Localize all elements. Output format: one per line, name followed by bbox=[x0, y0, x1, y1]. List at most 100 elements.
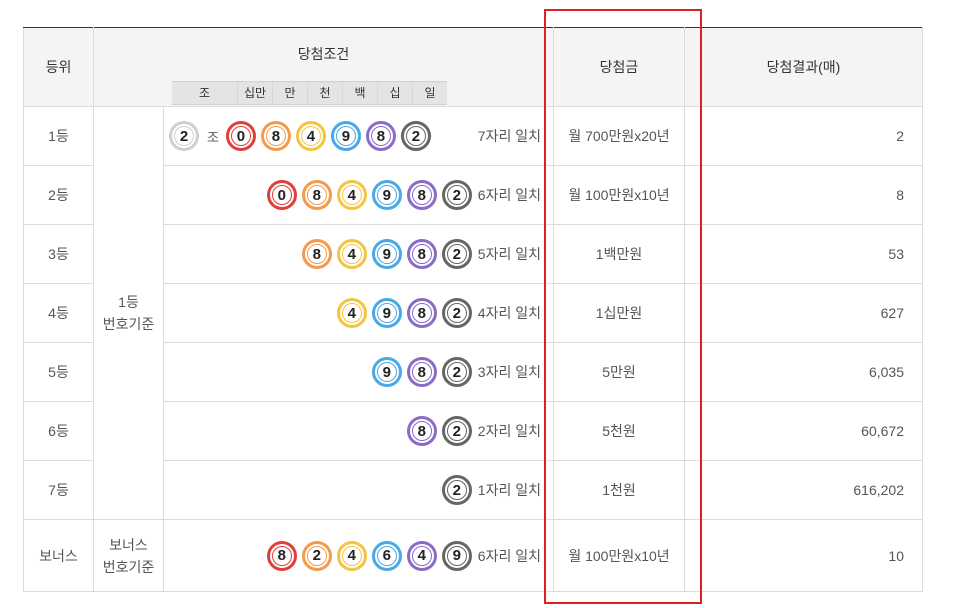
prize-header: 당첨금 bbox=[553, 27, 685, 107]
number-ball: 9 bbox=[371, 357, 402, 387]
number-balls: 8 2 bbox=[402, 416, 478, 446]
number-ball: 4 bbox=[336, 298, 367, 328]
rank-cell: 보너스 bbox=[23, 519, 94, 592]
number-ball: 2 bbox=[441, 239, 472, 269]
number-ball: 4 bbox=[406, 540, 437, 571]
prize-cell: 월 100만원x10년 bbox=[553, 519, 685, 592]
basis-line: 보너스 bbox=[109, 536, 148, 553]
place-label-il: 일 bbox=[412, 82, 447, 104]
prize-cell: 월 100만원x10년 bbox=[553, 165, 685, 225]
number-balls: 9 8 2 bbox=[367, 357, 478, 387]
number-cell: 4 9 8 2 4자리 일치 bbox=[163, 283, 554, 343]
number-balls: 4 9 8 2 bbox=[332, 298, 478, 328]
number-ball: 6 bbox=[371, 540, 402, 571]
rank-cell: 2등 bbox=[23, 165, 94, 225]
number-ball: 0 bbox=[225, 121, 256, 151]
number-ball: 8 bbox=[406, 357, 437, 387]
table-row-bonus: 보너스 보너스 번호기준 8 2 4 6 4 9 6자리 일치 월 100만원x… bbox=[23, 519, 923, 592]
number-balls: 8 4 9 8 2 bbox=[297, 239, 478, 269]
count-cell: 10 bbox=[684, 519, 923, 592]
condition-header: 당첨조건 조 십만 만 천 백 십 일 bbox=[93, 27, 554, 107]
rank-header: 등위 bbox=[23, 27, 94, 107]
number-ball: 8 bbox=[406, 180, 437, 210]
prize-cell: 월 700만원x20년 bbox=[553, 106, 685, 166]
number-ball: 2 bbox=[169, 121, 199, 151]
rank-cell: 6등 bbox=[23, 401, 94, 461]
match-text: 7자리 일치 bbox=[477, 128, 541, 144]
prize-cell: 1천원 bbox=[553, 460, 685, 520]
number-cell: 2 조 0 8 4 9 8 2 7자리 일치 bbox=[163, 106, 554, 166]
count-cell: 2 bbox=[684, 106, 923, 166]
match-text: 6자리 일치 bbox=[477, 187, 541, 203]
result-header: 당첨결과(매) bbox=[684, 27, 923, 107]
number-ball: 9 bbox=[371, 180, 402, 210]
number-balls: 8 2 4 6 4 9 bbox=[262, 540, 478, 571]
number-ball: 4 bbox=[295, 121, 326, 151]
number-ball: 4 bbox=[336, 540, 367, 571]
rank-cell: 5등 bbox=[23, 342, 94, 402]
number-ball: 2 bbox=[441, 180, 472, 210]
place-label-cheon: 천 bbox=[307, 82, 342, 104]
rank-cell: 4등 bbox=[23, 283, 94, 343]
number-cell: 0 8 4 9 8 2 6자리 일치 bbox=[163, 165, 554, 225]
number-ball: 2 bbox=[441, 357, 472, 387]
table-row: 1등 1등 번호기준 2 조 0 8 4 9 8 2 7자리 일치 월 700만… bbox=[23, 106, 923, 520]
number-cell: 9 8 2 3자리 일치 bbox=[163, 342, 554, 402]
number-ball: 8 bbox=[365, 121, 396, 151]
number-ball: 8 bbox=[260, 121, 291, 151]
count-cell: 627 bbox=[684, 283, 923, 343]
number-cell: 8 2 2자리 일치 bbox=[163, 401, 554, 461]
number-balls: 2 bbox=[437, 475, 478, 505]
number-ball: 8 bbox=[406, 239, 437, 269]
basis-line: 번호기준 bbox=[102, 316, 155, 332]
rank-cell: 1등 bbox=[23, 106, 94, 166]
number-ball: 8 bbox=[266, 540, 297, 571]
number-ball: 9 bbox=[371, 239, 402, 269]
condition-header-label: 당첨조건 bbox=[297, 46, 350, 62]
number-ball: 2 bbox=[441, 298, 472, 328]
basis-line: 1등 bbox=[118, 294, 139, 310]
count-cell: 616,202 bbox=[684, 460, 923, 520]
prize-cell: 1십만원 bbox=[553, 283, 685, 343]
prize-cell: 1백만원 bbox=[553, 224, 685, 284]
prize-cell: 5만원 bbox=[553, 342, 685, 402]
number-balls: 2 조 0 8 4 9 8 2 bbox=[164, 121, 437, 151]
rank-cell: 7등 bbox=[23, 460, 94, 520]
basis-cell-first: 1등 번호기준 bbox=[93, 106, 164, 520]
place-label-man: 만 bbox=[272, 82, 307, 104]
match-text: 1자리 일치 bbox=[477, 482, 541, 498]
number-ball: 2 bbox=[400, 121, 431, 151]
number-cell: 8 4 9 8 2 5자리 일치 bbox=[163, 224, 554, 284]
place-value-header: 조 십만 만 천 백 십 일 bbox=[172, 81, 447, 105]
basis-line: 번호기준 bbox=[102, 558, 155, 575]
place-label-sipman: 십만 bbox=[237, 82, 272, 104]
jo-label: 조 bbox=[207, 129, 219, 145]
number-ball: 4 bbox=[336, 180, 367, 210]
count-cell: 60,672 bbox=[684, 401, 923, 461]
count-cell: 53 bbox=[684, 224, 923, 284]
number-ball: 4 bbox=[336, 239, 367, 269]
count-cell: 6,035 bbox=[684, 342, 923, 402]
number-balls: 0 8 4 9 8 2 bbox=[262, 180, 478, 210]
number-ball: 9 bbox=[441, 540, 472, 571]
number-ball: 2 bbox=[301, 540, 332, 571]
number-ball: 8 bbox=[406, 298, 437, 328]
prize-cell: 5천원 bbox=[553, 401, 685, 461]
place-label-sip: 십 bbox=[377, 82, 412, 104]
match-text: 5자리 일치 bbox=[477, 246, 541, 262]
match-text: 6자리 일치 bbox=[477, 547, 541, 564]
number-ball: 9 bbox=[371, 298, 402, 328]
number-ball: 2 bbox=[441, 416, 472, 446]
match-text: 4자리 일치 bbox=[477, 305, 541, 321]
number-ball: 8 bbox=[301, 239, 332, 269]
match-text: 3자리 일치 bbox=[477, 364, 541, 380]
number-cell: 2 1자리 일치 bbox=[163, 460, 554, 520]
number-ball: 8 bbox=[406, 416, 437, 446]
rank-cell: 3등 bbox=[23, 224, 94, 284]
number-ball: 8 bbox=[301, 180, 332, 210]
number-ball: 2 bbox=[441, 475, 472, 505]
count-cell: 8 bbox=[684, 165, 923, 225]
number-ball: 9 bbox=[330, 121, 361, 151]
match-text: 2자리 일치 bbox=[477, 423, 541, 439]
place-label-jo: 조 bbox=[172, 82, 237, 104]
